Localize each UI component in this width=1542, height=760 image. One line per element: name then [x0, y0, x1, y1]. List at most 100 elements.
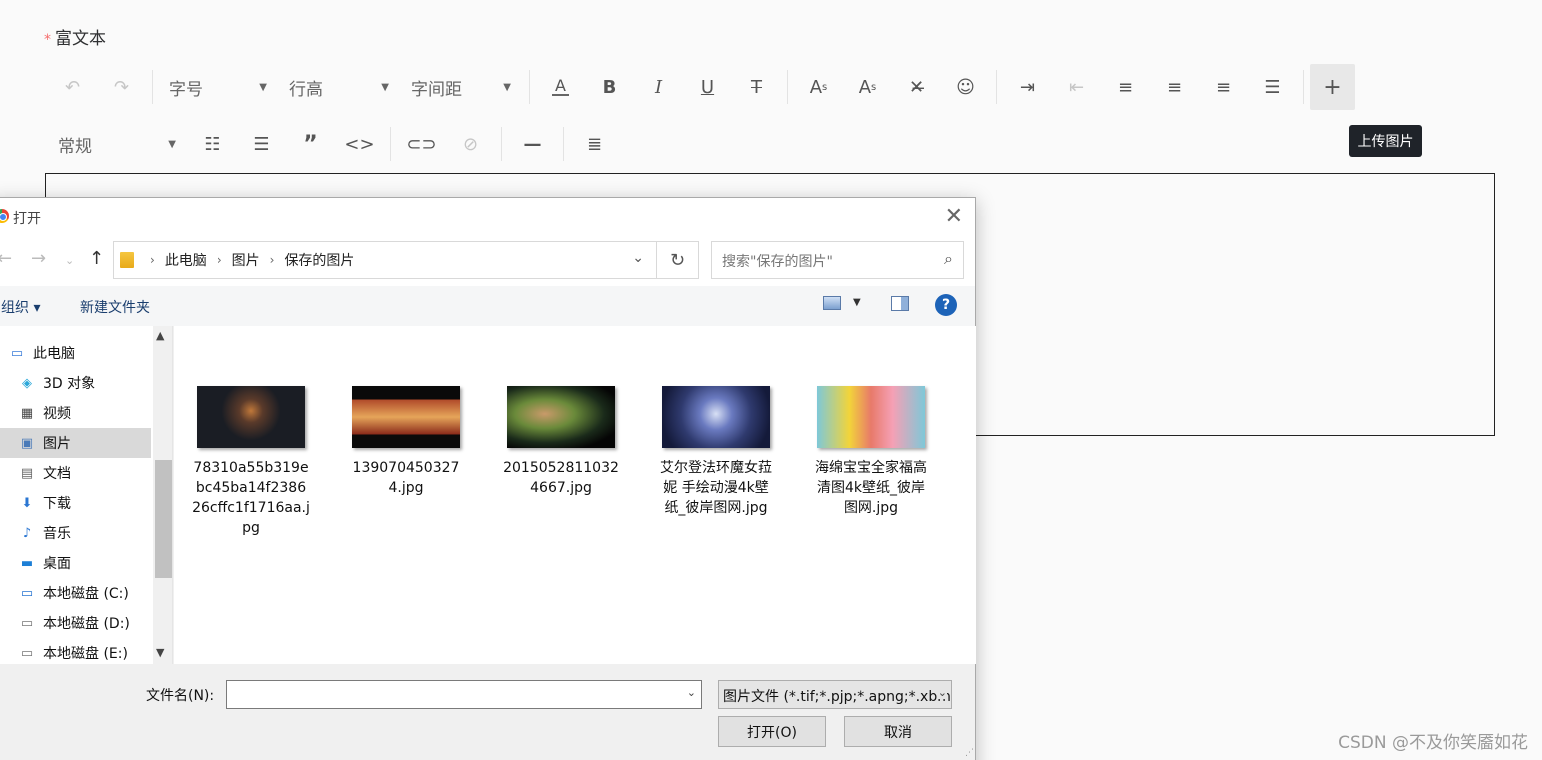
nav-item-3d-objects[interactable]: ◈ 3D 对象 [0, 368, 151, 398]
scrollbar-thumb[interactable] [155, 460, 172, 578]
unlink-icon[interactable]: ⊘ [446, 121, 495, 167]
superscript-icon[interactable]: As [794, 64, 843, 110]
music-icon: ♪ [22, 525, 32, 541]
nav-item-desktop[interactable]: ▬ 桌面 [0, 548, 151, 578]
editor-toolbar-row-1: ↶ ↷ 字号 ▼ 行高 ▼ 字间距 ▼ A B I U T As As ✕̶ ☺ ⇥ … [48, 64, 1355, 110]
breadcrumb-item[interactable]: 此电脑 [165, 250, 207, 270]
drive-icon: ▭ [20, 645, 34, 661]
code-icon[interactable]: <> [335, 121, 384, 167]
search-input[interactable]: 搜索"保存的图片" ⌕ [711, 241, 964, 279]
emoji-icon[interactable]: ☺ [941, 64, 990, 110]
nav-item-videos[interactable]: ▦ 视频 [0, 398, 151, 428]
dialog-title-bar: 打开 ✕ [0, 198, 975, 236]
file-item[interactable]: 1390704503274.jpg [341, 386, 471, 498]
filename-input[interactable]: ⌄ [226, 680, 702, 709]
address-bar[interactable]: › 此电脑 › 图片 › 保存的图片 ⌄ ↻ [113, 241, 699, 279]
chevron-down-icon[interactable]: ⌄ [632, 250, 644, 266]
align-right-icon[interactable]: ≡ [1199, 64, 1248, 110]
nav-item-downloads[interactable]: ⬇ 下载 [0, 488, 151, 518]
nav-item-label: 文档 [43, 466, 71, 482]
nav-item-music[interactable]: ♪ 音乐 [0, 518, 151, 548]
file-item[interactable]: 海绵宝宝全家福高清图4k壁纸_彼岸图网.jpg [806, 386, 936, 518]
back-icon[interactable]: ← [0, 248, 12, 269]
toolbar-divider [1303, 70, 1304, 104]
watermark: CSDN @不及你笑靥如花 [1338, 733, 1528, 753]
cancel-button[interactable]: 取消 [844, 716, 952, 747]
chevron-down-icon: ▼ [168, 138, 176, 150]
open-button[interactable]: 打开(O) [718, 716, 826, 747]
clear-format-icon[interactable]: ✕̶ [892, 64, 941, 110]
upload-image-button[interactable]: + [1310, 64, 1355, 110]
chevron-up-icon[interactable]: ▲ [156, 329, 164, 342]
underline-icon[interactable]: U [683, 64, 732, 110]
recent-dropdown-icon[interactable]: ⌄ [65, 254, 74, 267]
heading-label: 常规 [58, 136, 92, 157]
bold-icon[interactable]: B [585, 64, 634, 110]
nav-item-this-pc[interactable]: ▭ 此电脑 [0, 338, 151, 368]
nav-item-label: 本地磁盘 (C:) [43, 586, 129, 602]
horizontal-rule-icon[interactable]: — [508, 121, 557, 167]
navigation-pane: ▭ 此电脑 ◈ 3D 对象 ▦ 视频 ▣ 图片 ▤ 文档 ⬇ 下载 ♪ 音乐 ▬ 桌面 ▭ 本地磁… [0, 326, 173, 664]
chevron-down-icon[interactable]: ▼ [853, 297, 861, 308]
indent-icon[interactable]: ⇥ [1003, 64, 1052, 110]
toolbar-divider [390, 127, 391, 161]
strikethrough-icon[interactable]: T [732, 64, 781, 110]
chevron-down-icon[interactable]: ⌄ [687, 686, 696, 699]
up-icon[interactable]: ↑ [89, 248, 104, 269]
quote-icon[interactable]: ” [286, 121, 335, 167]
file-item[interactable]: 78310a55b319ebc45ba14f238626cffc1f1716aa… [186, 386, 316, 538]
breadcrumb-item[interactable]: 图片 [232, 250, 260, 270]
command-bar: 组织 ▾ 新建文件夹 ▼ ? [0, 286, 975, 326]
outdent-icon[interactable]: ⇤ [1052, 64, 1101, 110]
chevron-right-icon: › [150, 253, 155, 267]
resize-grip-icon[interactable]: ⋰ [965, 748, 974, 758]
drive-icon: ▭ [20, 615, 34, 631]
folder-icon [120, 252, 134, 268]
chevron-down-icon: ⌄ [937, 686, 947, 699]
nav-item-drive-d[interactable]: ▭ 本地磁盘 (D:) [0, 608, 151, 638]
help-icon[interactable]: ? [935, 294, 957, 316]
nav-item-drive-c[interactable]: ▭ 本地磁盘 (C:) [0, 578, 151, 608]
line-height-select[interactable]: 行高 ▼ [279, 64, 401, 110]
align-center-icon[interactable]: ≡ [1150, 64, 1199, 110]
breadcrumb: › 此电脑 › 图片 › 保存的图片 [140, 250, 354, 270]
refresh-button[interactable]: ↻ [656, 242, 698, 278]
view-mode-icon[interactable] [823, 296, 841, 310]
justify-icon[interactable]: ☰ [1248, 64, 1297, 110]
dialog-footer: 文件名(N): ⌄ 图片文件 (*.tif;*.pjp;*.apng;*.xbm… [0, 664, 975, 760]
font-size-select[interactable]: 字号 ▼ [159, 64, 279, 110]
file-type-select[interactable]: 图片文件 (*.tif;*.pjp;*.apng;*.xbm;*.jxl;*.s… [718, 680, 952, 709]
bullet-list-icon[interactable]: ☷ [188, 121, 237, 167]
redo-icon[interactable]: ↷ [97, 64, 146, 110]
toolbar-divider [563, 127, 564, 161]
numbered-list-icon[interactable]: ☰ [237, 121, 286, 167]
preview-pane-icon[interactable] [891, 296, 909, 311]
toolbar-divider [996, 70, 997, 104]
file-name: 78310a55b319ebc45ba14f238626cffc1f1716aa… [192, 460, 310, 536]
clear-style-icon[interactable]: ≣ [570, 121, 619, 167]
italic-icon[interactable]: I [634, 64, 683, 110]
new-folder-button[interactable]: 新建文件夹 [80, 297, 150, 317]
heading-select[interactable]: 常规 ▼ [48, 121, 188, 167]
toolbar-divider [501, 127, 502, 161]
undo-icon[interactable]: ↶ [48, 64, 97, 110]
chevron-down-icon[interactable]: ▼ [156, 646, 164, 659]
file-item[interactable]: 20150528110324667.jpg [496, 386, 626, 498]
letter-spacing-select[interactable]: 字间距 ▼ [401, 64, 523, 110]
forward-icon[interactable]: → [31, 248, 46, 269]
refresh-icon: ↻ [669, 249, 686, 271]
organize-button[interactable]: 组织 ▾ [1, 297, 40, 317]
computer-icon: ▭ [10, 345, 24, 361]
nav-item-documents[interactable]: ▤ 文档 [0, 458, 151, 488]
breadcrumb-item[interactable]: 保存的图片 [284, 250, 354, 270]
file-item[interactable]: 艾尔登法环魔女菈妮 手绘动漫4k壁纸_彼岸图网.jpg [651, 386, 781, 518]
font-color-icon[interactable]: A [536, 64, 585, 110]
nav-scrollbar[interactable]: ▲ ▼ [153, 326, 172, 664]
nav-item-pictures[interactable]: ▣ 图片 [0, 428, 151, 458]
link-icon[interactable]: ⊂⊃ [397, 121, 446, 167]
subscript-icon[interactable]: As [843, 64, 892, 110]
file-list: 78310a55b319ebc45ba14f238626cffc1f1716aa… [174, 326, 976, 664]
align-left-icon[interactable]: ≡ [1101, 64, 1150, 110]
close-icon[interactable]: ✕ [945, 204, 963, 229]
image-thumbnail [197, 386, 305, 448]
